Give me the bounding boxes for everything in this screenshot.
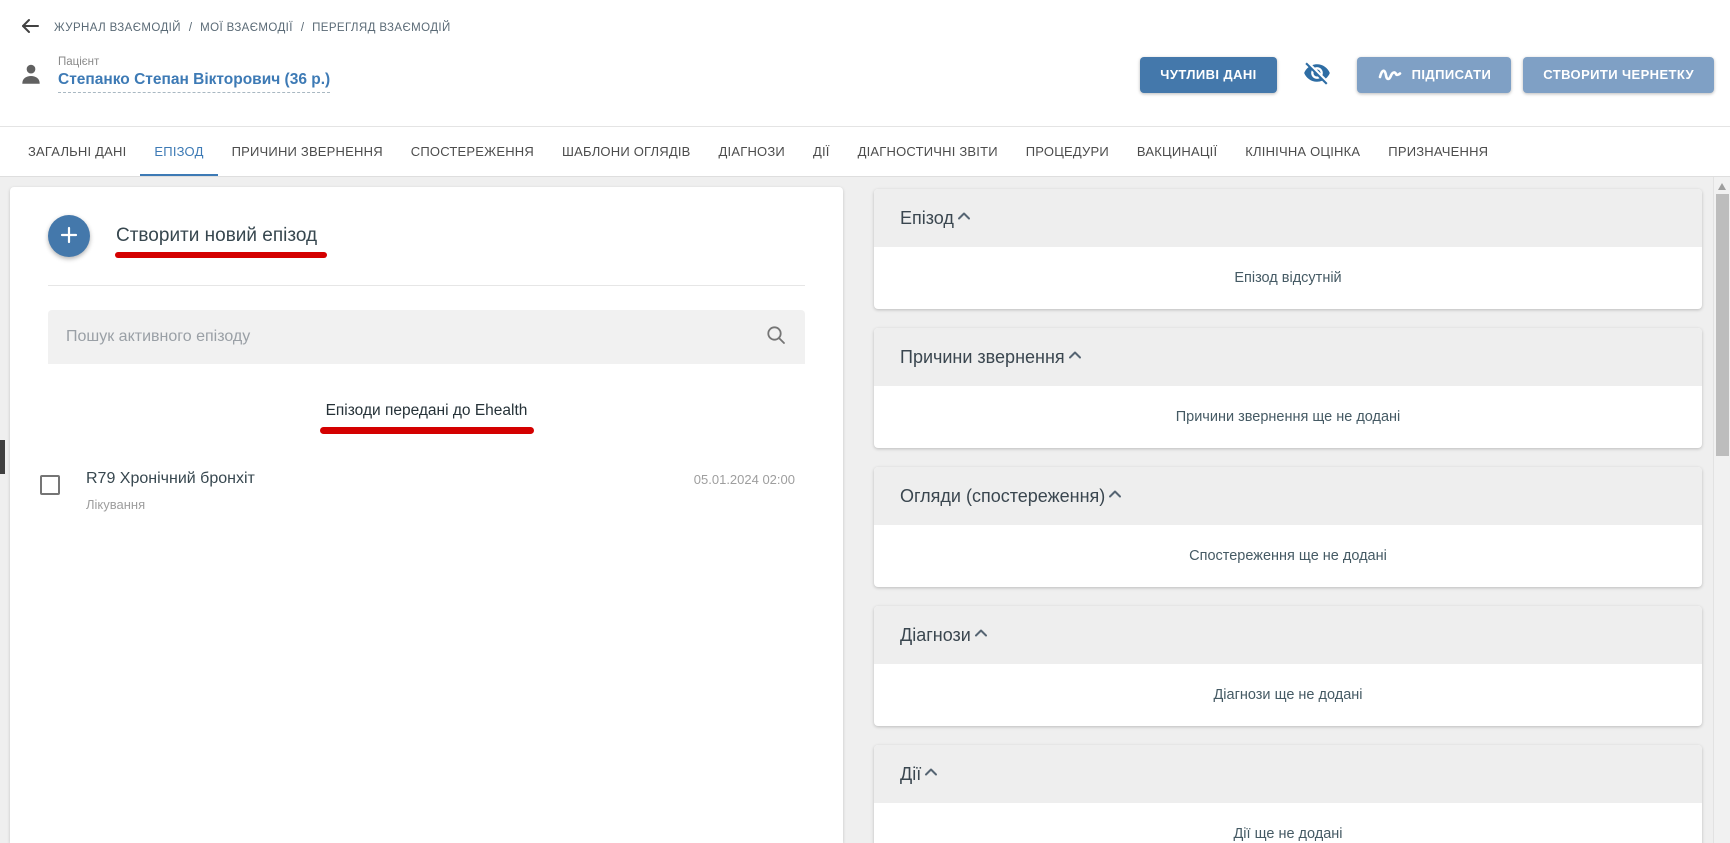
person-icon — [18, 61, 44, 92]
episode-title: R79 Хронічний бронхіт — [86, 470, 255, 488]
episode-checkbox[interactable] — [40, 475, 60, 495]
chevron-up-icon[interactable] — [921, 762, 941, 787]
vertical-scrollbar[interactable] — [1713, 177, 1730, 843]
tab-bar: ЗАГАЛЬНІ ДАНІ ЕПІЗОД ПРИЧИНИ ЗВЕРНЕННЯ С… — [0, 126, 1730, 177]
tab-visit-reasons[interactable]: ПРИЧИНИ ЗВЕРНЕННЯ — [218, 127, 397, 176]
plus-icon — [58, 224, 80, 249]
summary-card-visit-reasons: Причини звернення Причини звернення ще н… — [874, 328, 1702, 448]
summary-card-diagnoses: Діагнози Діагнози ще не додані — [874, 606, 1702, 726]
left-scrollbar-thumb[interactable] — [0, 440, 5, 474]
summary-title: Дії — [900, 764, 921, 785]
create-draft-label: СТВОРИТИ ЧЕРНЕТКУ — [1543, 67, 1694, 82]
add-episode-button[interactable] — [48, 215, 90, 257]
divider — [48, 285, 805, 286]
episode-datetime: 05.01.2024 02:00 — [694, 472, 805, 487]
summary-title: Причини звернення — [900, 347, 1065, 368]
breadcrumb-item-journal[interactable]: ЖУРНАЛ ВЗАЄМОДІЙ — [54, 22, 181, 34]
summary-column: Епізод Епізод відсутній Причини зверненн… — [874, 189, 1702, 843]
sensitive-data-label: ЧУТЛИВІ ДАНІ — [1160, 67, 1256, 82]
top-bar: ЖУРНАЛ ВЗАЄМОДІЙ / МОЇ ВЗАЄМОДІЇ / ПЕРЕГ… — [0, 0, 1730, 126]
summary-header-episode[interactable]: Епізод — [874, 189, 1702, 247]
transferred-title: Епізоди передані до Ehealth — [10, 402, 843, 420]
tab-diagnoses[interactable]: ДІАГНОЗИ — [705, 127, 799, 176]
content-area: Створити новий епізод Епізоди передані д… — [0, 177, 1730, 843]
tab-observations[interactable]: СПОСТЕРЕЖЕННЯ — [397, 127, 548, 176]
summary-card-actions: Дії Дії ще не додані — [874, 745, 1702, 843]
episode-search-box — [48, 310, 805, 364]
create-draft-button[interactable]: СТВОРИТИ ЧЕРНЕТКУ — [1523, 57, 1714, 93]
scrollbar-thumb[interactable] — [1716, 194, 1729, 456]
breadcrumb-item-current: ПЕРЕГЛЯД ВЗАЄМОДІЙ — [312, 22, 451, 34]
create-episode-link[interactable]: Створити новий епізод — [116, 225, 317, 247]
summary-empty-text: Епізод відсутній — [874, 247, 1702, 309]
summary-header-observations[interactable]: Огляди (спостереження) — [874, 467, 1702, 525]
search-icon — [765, 324, 787, 351]
patient-name-link[interactable]: Степанко Степан Вікторович (36 р.) — [58, 71, 330, 93]
scrollbar-up-arrow-icon[interactable] — [1718, 183, 1726, 190]
summary-title: Епізод — [900, 208, 954, 229]
sign-button[interactable]: ПІДПИСАТИ — [1357, 57, 1512, 93]
summary-card-episode: Епізод Епізод відсутній — [874, 189, 1702, 309]
summary-empty-text: Діагнози ще не додані — [874, 664, 1702, 726]
tab-prescriptions[interactable]: ПРИЗНАЧЕННЯ — [1374, 127, 1502, 176]
breadcrumb-separator: / — [189, 22, 192, 34]
episode-search-input[interactable] — [66, 328, 765, 346]
summary-card-observations: Огляди (спостереження) Спостереження ще … — [874, 467, 1702, 587]
toolbar: ЧУТЛИВІ ДАНІ ПІДПИСАТИ СТВОРИТИ ЧЕРН — [1140, 57, 1714, 93]
summary-empty-text: Спостереження ще не додані — [874, 525, 1702, 587]
tab-exam-templates[interactable]: ШАБЛОНИ ОГЛЯДІВ — [548, 127, 705, 176]
breadcrumb: ЖУРНАЛ ВЗАЄМОДІЙ / МОЇ ВЗАЄМОДІЇ / ПЕРЕГ… — [54, 22, 451, 34]
back-button[interactable] — [16, 12, 44, 43]
tab-episode[interactable]: ЕПІЗОД — [140, 127, 217, 176]
signature-icon — [1377, 63, 1403, 86]
tab-clinical-assessment[interactable]: КЛІНІЧНА ОЦІНКА — [1231, 127, 1374, 176]
tab-procedures[interactable]: ПРОЦЕДУРИ — [1012, 127, 1123, 176]
hide-sensitive-button[interactable] — [1289, 59, 1345, 90]
tab-diagnostic-reports[interactable]: ДІАГНОСТИЧНІ ЗВІТИ — [844, 127, 1012, 176]
episodes-panel: Створити новий епізод Епізоди передані д… — [10, 187, 843, 843]
summary-empty-text: Дії ще не додані — [874, 803, 1702, 843]
summary-title: Огляди (спостереження) — [900, 486, 1105, 507]
eye-off-icon — [1303, 59, 1331, 90]
chevron-up-icon[interactable] — [954, 206, 974, 231]
sign-label: ПІДПИСАТИ — [1412, 67, 1492, 82]
episode-texts: R79 Хронічний бронхіт Лікування — [86, 470, 255, 512]
chevron-up-icon[interactable] — [1105, 484, 1125, 509]
chevron-up-icon[interactable] — [1065, 345, 1085, 370]
chevron-up-icon[interactable] — [971, 623, 991, 648]
summary-title: Діагнози — [900, 625, 971, 646]
patient-label: Пацієнт — [58, 56, 330, 68]
sensitive-data-button[interactable]: ЧУТЛИВІ ДАНІ — [1140, 57, 1276, 93]
summary-header-visit-reasons[interactable]: Причини звернення — [874, 328, 1702, 386]
breadcrumb-item-my-interactions[interactable]: МОЇ ВЗАЄМОДІЇ — [200, 22, 293, 34]
breadcrumb-row: ЖУРНАЛ ВЗАЄМОДІЙ / МОЇ ВЗАЄМОДІЇ / ПЕРЕГ… — [16, 12, 451, 43]
breadcrumb-separator: / — [301, 22, 304, 34]
patient-info: Пацієнт Степанко Степан Вікторович (36 р… — [58, 56, 330, 93]
patient-row: Пацієнт Степанко Степан Вікторович (36 р… — [18, 56, 1714, 93]
episode-subtitle: Лікування — [86, 497, 255, 512]
summary-header-actions[interactable]: Дії — [874, 745, 1702, 803]
create-episode-row: Створити новий епізод — [10, 187, 843, 257]
tab-actions[interactable]: ДІЇ — [799, 127, 844, 176]
episode-list-item[interactable]: R79 Хронічний бронхіт Лікування 05.01.20… — [40, 470, 805, 512]
back-arrow-icon — [18, 14, 42, 41]
annotation-underline-transferred — [320, 427, 534, 434]
create-episode-label: Створити новий епізод — [116, 225, 317, 246]
tab-vaccinations[interactable]: ВАКЦИНАЦІЇ — [1123, 127, 1231, 176]
annotation-underline-create — [115, 252, 327, 258]
tab-general-data[interactable]: ЗАГАЛЬНІ ДАНІ — [14, 127, 140, 176]
transferred-section: Епізоди передані до Ehealth — [10, 402, 843, 434]
summary-empty-text: Причини звернення ще не додані — [874, 386, 1702, 448]
summary-header-diagnoses[interactable]: Діагнози — [874, 606, 1702, 664]
